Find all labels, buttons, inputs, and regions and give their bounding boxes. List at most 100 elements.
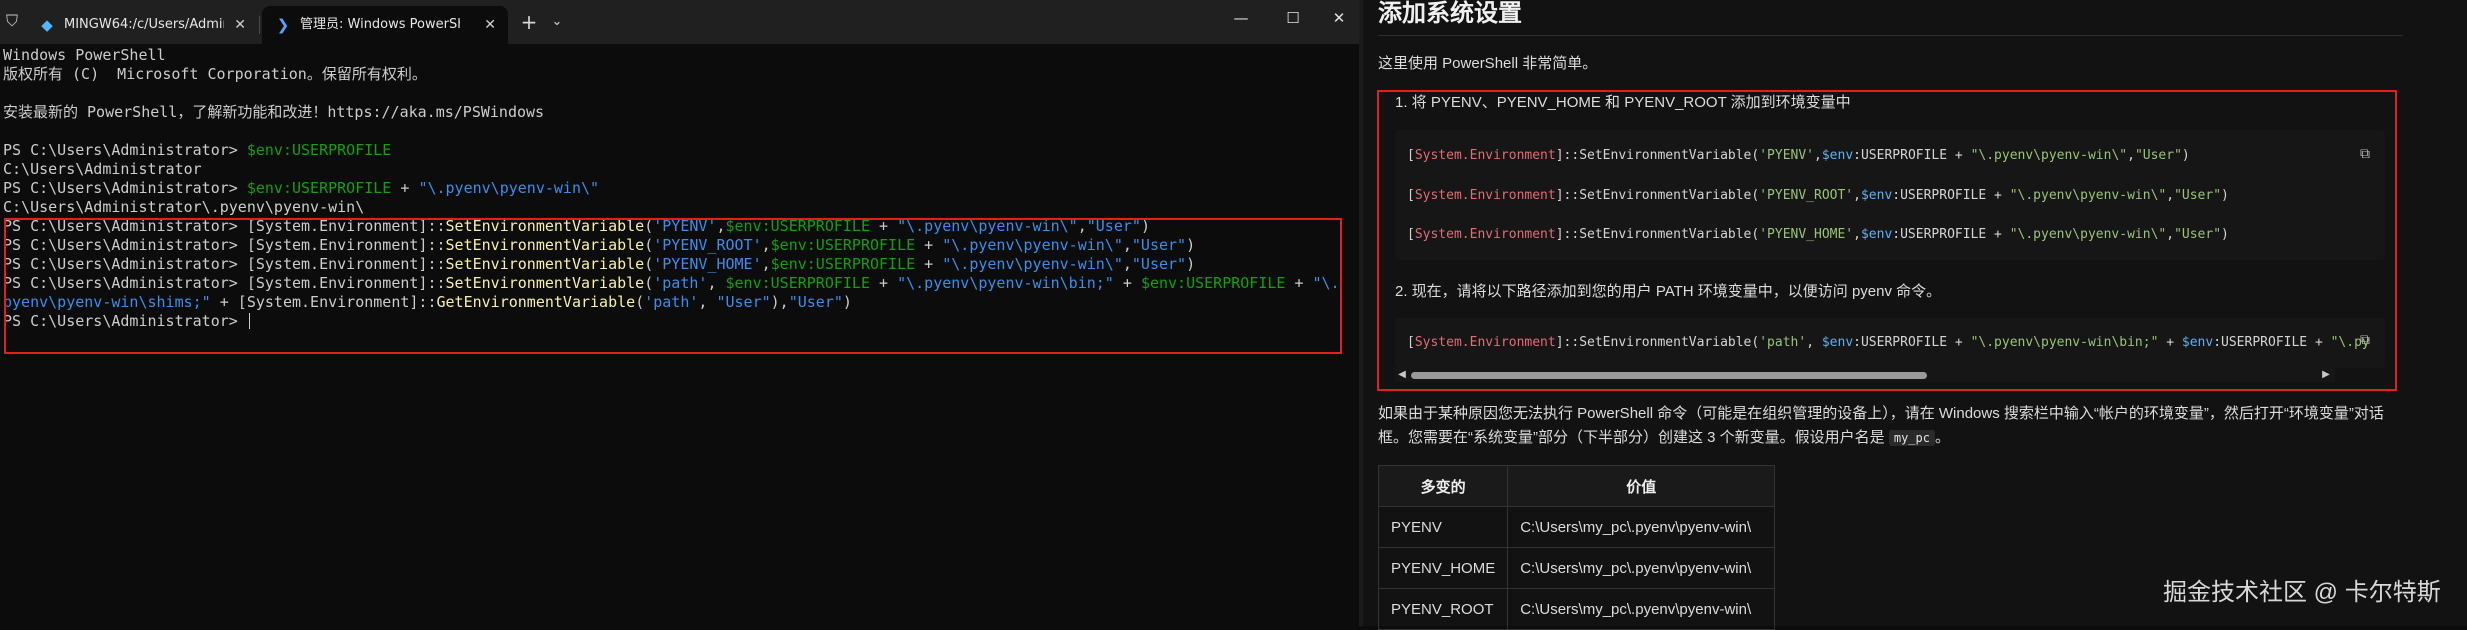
close-tab-icon[interactable]: ✕ — [234, 6, 246, 44]
code-token: System.Environment — [1414, 148, 1556, 163]
console-line: PS C:\Users\Administrator> [System.Envir… — [3, 236, 1353, 255]
console-segment: 'PYENV_ROOT' — [653, 236, 762, 254]
console-segment: "\.pyenv\pyenv-win\" — [418, 179, 600, 197]
console-segment: $env:USERPROFILE — [1140, 274, 1286, 292]
code-token: :USERPROFILE + — [2213, 335, 2331, 350]
console-segment: PS C:\Users\Administrator> — [3, 236, 247, 254]
console-segment: SetEnvironmentVariable — [445, 255, 645, 273]
console-segment: [System.Environment]:: — [246, 217, 446, 235]
code-token: , — [1814, 148, 1822, 163]
console-segment: + — [1285, 274, 1313, 292]
console-line: pyenv\pyenv-win\shims;" + [System.Enviro… — [3, 293, 1353, 312]
console-segment: , — [698, 293, 717, 311]
code-token: "\.pyenv\pyenv-win\" — [1970, 148, 2128, 163]
console-segment: "User" — [1131, 236, 1187, 254]
code-token: :USERPROFILE + — [1853, 335, 1971, 350]
code-token: [ — [1407, 335, 1415, 350]
copy-icon[interactable]: ⧉ — [2357, 146, 2373, 162]
code-line: [System.Environment]::SetEnvironmentVari… — [1407, 146, 2190, 166]
scroll-left-icon[interactable]: ◀ — [1395, 368, 1409, 382]
console-segment: + — [915, 255, 943, 273]
terminal-window: ⛉ ◆ MINGW64:/c/Users/Administra ✕ ❯ 管理员:… — [0, 0, 1359, 626]
console-segment: "\. — [1312, 274, 1340, 292]
table-header-row: 多变的 价值 — [1377, 465, 1776, 507]
console-segment: "\.pyenv\pyenv-win\" — [942, 236, 1123, 254]
console-segment: "\.pyenv\pyenv-win\bin;" — [897, 274, 1114, 292]
table-cell: C:\Users\my_pc\.pyenv\pyenv-win\ — [1507, 547, 1776, 589]
console-segment: + — [870, 274, 898, 292]
close-tab-icon[interactable]: ✕ — [484, 6, 496, 44]
code-block-1[interactable]: ⧉ [System.Environment]::SetEnvironmentVa… — [1395, 130, 2385, 260]
inline-code: my_pc — [1888, 430, 1935, 446]
console-line: 安装最新的 PowerShell，了解新功能和改进！https://aka.ms… — [3, 103, 1353, 122]
scroll-right-icon[interactable]: ▶ — [2319, 368, 2333, 382]
console-segment: SetEnvironmentVariable — [445, 274, 645, 292]
title-rule — [1378, 35, 2403, 36]
scroll-thumb[interactable] — [1411, 372, 1927, 379]
console-segment: $env:USERPROFILE — [246, 179, 392, 197]
horizontal-scrollbar[interactable]: ◀ ▶ — [1395, 368, 2335, 382]
code-token: :USERPROFILE + — [1853, 148, 1971, 163]
console-segment: + — [1113, 274, 1141, 292]
code-block-2[interactable]: ⧉ [System.Environment]::SetEnvironmentVa… — [1395, 318, 2385, 368]
code-token: ]::SetEnvironmentVariable( — [1555, 335, 1760, 350]
intro-text: 这里使用 PowerShell 非常简单。 — [1378, 55, 1598, 72]
step-1-text: 1. 将 PYENV、PYENV_HOME 和 PYENV_ROOT 添加到环境… — [1395, 94, 1851, 111]
console-segment: + — [915, 236, 943, 254]
console-segment: [System.Environment]:: — [246, 274, 446, 292]
table-cell: C:\Users\my_pc\.pyenv\pyenv-win\ — [1507, 506, 1776, 548]
console-segment: 'path' — [644, 293, 699, 311]
console-segment: ( — [644, 274, 654, 292]
console-line: PS C:\Users\Administrator> $env:USERPROF… — [3, 141, 1353, 160]
table-row: PYENV_ROOT C:\Users\my_pc\.pyenv\pyenv-w… — [1377, 588, 1776, 630]
console-line: C:\Users\Administrator — [3, 160, 1353, 179]
code-line: [System.Environment]::SetEnvironmentVari… — [1407, 186, 2229, 206]
console-line: Windows PowerShell — [3, 46, 1353, 65]
code-token: "\.pyenv\pyenv-win\" — [2009, 188, 2167, 203]
console-segment: $env:USERPROFILE — [770, 236, 916, 254]
code-token: [ — [1407, 188, 1415, 203]
console-line: 版权所有 (C) Microsoft Corporation。保留所有权利。 — [3, 65, 1353, 84]
code-token: [ — [1407, 227, 1415, 242]
step-2-text: 2. 现在，请将以下路径添加到您的用户 PATH 环境变量中，以便访问 pyen… — [1395, 283, 1942, 300]
console-segment: ) — [842, 293, 852, 311]
console-segment: $env:USERPROFILE — [770, 255, 916, 273]
console-segment: PS C:\Users\Administrator> — [3, 312, 247, 330]
powershell-icon: ❯ — [276, 16, 290, 34]
instruction-paragraph: 如果由于某种原因您无法执行 PowerShell 命令（可能是在组织管理的设备上… — [1378, 405, 2384, 446]
minimize-button[interactable]: — — [1214, 0, 1268, 36]
console-segment: 版权所有 (C) Microsoft Corporation。保留所有权利。 — [3, 65, 427, 83]
tab-mingw[interactable]: ◆ MINGW64:/c/Users/Administra ✕ — [26, 6, 258, 44]
code-token: System.Environment — [1414, 188, 1556, 203]
console-segment: 'PYENV_HOME' — [653, 255, 762, 273]
console-segment: PS C:\Users\Administrator> — [3, 217, 247, 235]
code-token: , — [1806, 335, 1822, 350]
code-line: [System.Environment]::SetEnvironmentVari… — [1407, 225, 2229, 245]
close-window-button[interactable]: ✕ — [1312, 0, 1366, 36]
new-tab-button[interactable]: + — [516, 10, 542, 34]
tab-powershell[interactable]: ❯ 管理员: Windows PowerShell ✕ — [262, 6, 508, 44]
console-output[interactable]: Windows PowerShell 版权所有 (C) Microsoft Cor… — [3, 46, 1353, 624]
table-cell: PYENV_ROOT — [1377, 588, 1509, 630]
code-token: "User" — [2134, 148, 2182, 163]
code-token: $env — [2181, 335, 2214, 350]
code-token: :USERPROFILE + — [1892, 227, 2010, 242]
code-token: "\.pyenv\pyenv-win\bin;" — [1970, 335, 2159, 350]
table-cell: PYENV_HOME — [1377, 547, 1509, 589]
table-header: 价值 — [1507, 465, 1776, 507]
code-token: , — [2127, 148, 2135, 163]
code-token: $env — [1821, 148, 1854, 163]
code-line: [System.Environment]::SetEnvironmentVari… — [1407, 333, 2370, 353]
console-segment: , — [1122, 236, 1132, 254]
console-segment: , — [761, 236, 771, 254]
console-line: PS C:\Users\Administrator> [System.Envir… — [3, 255, 1353, 274]
section-title: 添加系统设置 — [1378, 0, 1522, 27]
tab-dropdown-button[interactable]: ⌄ — [546, 10, 568, 34]
console-segment: ( — [644, 217, 654, 235]
article-panel: 添加系统设置 这里使用 PowerShell 非常简单。 1. 将 PYENV、… — [1363, 0, 2467, 630]
console-segment: 安装最新的 PowerShell，了解新功能和改进！https://aka.ms… — [3, 103, 545, 121]
console-segment: "\.pyenv\pyenv-win\" — [897, 217, 1078, 235]
table-header: 多变的 — [1377, 465, 1509, 507]
console-segment: GetEnvironmentVariable — [436, 293, 636, 311]
